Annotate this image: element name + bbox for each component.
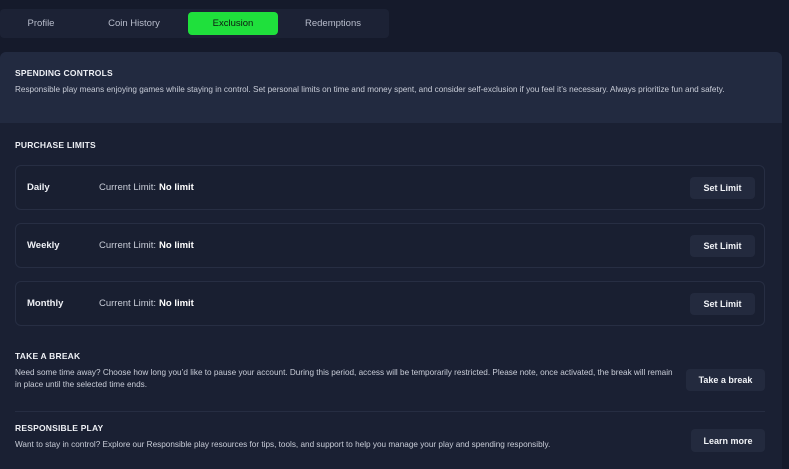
set-limit-weekly-button[interactable]: Set Limit xyxy=(690,235,755,257)
current-limit: Current Limit: No limit xyxy=(99,166,194,209)
limit-name: Weekly xyxy=(27,240,60,251)
set-limit-daily-button[interactable]: Set Limit xyxy=(690,177,755,199)
section-divider xyxy=(15,411,765,412)
set-limit-monthly-button[interactable]: Set Limit xyxy=(690,293,755,315)
current-limit-label: Current Limit: xyxy=(99,298,157,309)
limit-row-daily: Daily Current Limit: No limit Set Limit xyxy=(15,165,765,210)
responsible-play-description: Want to stay in control? Explore our Res… xyxy=(15,440,551,449)
take-a-break-title: TAKE A BREAK xyxy=(15,351,81,361)
limit-name: Daily xyxy=(27,182,50,193)
current-limit-value: No limit xyxy=(159,240,194,251)
purchase-limits-title: PURCHASE LIMITS xyxy=(15,140,96,150)
limit-name: Monthly xyxy=(27,298,64,309)
current-limit-value: No limit xyxy=(159,182,194,193)
spending-controls-title: SPENDING CONTROLS xyxy=(15,68,113,78)
tab-exclusion[interactable]: Exclusion xyxy=(188,12,278,35)
current-limit: Current Limit: No limit xyxy=(99,224,194,267)
current-limit-label: Current Limit: xyxy=(99,182,157,193)
responsible-play-title: RESPONSIBLE PLAY xyxy=(15,423,104,433)
current-limit: Current Limit: No limit xyxy=(99,282,194,325)
spending-controls-description: Responsible play means enjoying games wh… xyxy=(15,85,725,94)
tab-bar: Profile Coin History Exclusion Redemptio… xyxy=(0,9,389,38)
current-limit-label: Current Limit: xyxy=(99,240,157,251)
tab-coin-history[interactable]: Coin History xyxy=(88,12,180,35)
spending-controls-section: SPENDING CONTROLS Responsible play means… xyxy=(0,52,782,123)
take-a-break-description: Need some time away? Choose how long you… xyxy=(15,368,673,389)
limit-row-weekly: Weekly Current Limit: No limit Set Limit xyxy=(15,223,765,268)
current-limit-value: No limit xyxy=(159,298,194,309)
learn-more-button[interactable]: Learn more xyxy=(691,429,765,452)
tab-redemptions[interactable]: Redemptions xyxy=(287,12,379,35)
take-a-break-button[interactable]: Take a break xyxy=(686,369,765,391)
tab-profile[interactable]: Profile xyxy=(3,12,79,35)
limit-row-monthly: Monthly Current Limit: No limit Set Limi… xyxy=(15,281,765,326)
exclusion-panel: SPENDING CONTROLS Responsible play means… xyxy=(0,52,782,469)
